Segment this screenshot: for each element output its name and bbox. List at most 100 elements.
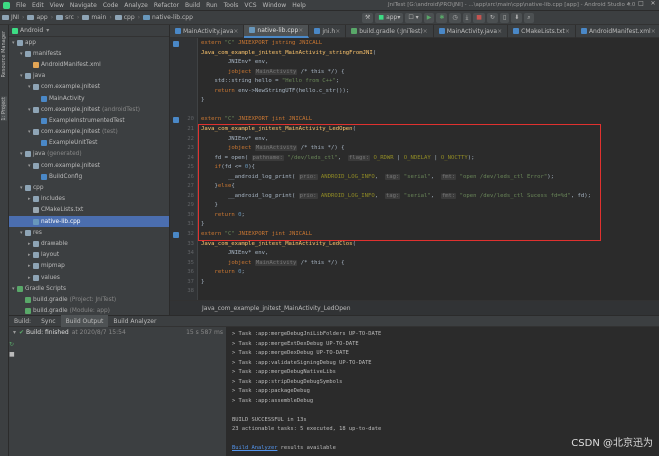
tab-jni-h[interactable]: jni.h ×	[309, 24, 347, 38]
build-tab-sync[interactable]: Sync	[36, 315, 60, 327]
resource-manager-tab[interactable]: Resource Manager	[1, 31, 7, 77]
menu-item-help[interactable]: Help	[289, 2, 309, 9]
tree-item[interactable]: ▾ cpp	[9, 182, 169, 193]
breadcrumb-item[interactable]: native-lib.cpp	[141, 14, 195, 21]
menu-item-run[interactable]: Run	[203, 2, 221, 9]
run-config-select[interactable]: ■ app ▾	[375, 12, 404, 23]
tree-item[interactable]: ExampleUnitTest	[9, 138, 169, 149]
close-tab-icon[interactable]: ×	[423, 28, 428, 35]
tab-mainactivity-java[interactable]: MainActivity.java ×	[170, 24, 245, 38]
attach-icon[interactable]: ⤓	[462, 12, 472, 23]
tree-item[interactable]: AndroidManifest.xml	[9, 59, 169, 70]
menu-item-edit[interactable]: Edit	[29, 2, 47, 9]
project-view-select[interactable]: Android ▾	[9, 25, 169, 37]
menu-item-vcs[interactable]: VCS	[241, 2, 259, 9]
tab-build-gradle-jnitest-[interactable]: build.gradle (:JniTest) ×	[346, 24, 434, 38]
tab-mainactivity-java[interactable]: MainActivity.java ×	[434, 24, 509, 38]
code-line[interactable]: extern "C" JNIEXPORT jstring JNICALL	[201, 40, 322, 46]
menu-item-window[interactable]: Window	[260, 2, 290, 9]
close-tab-icon[interactable]: ×	[651, 28, 656, 35]
tree-item[interactable]: ▾ manifests	[9, 48, 169, 59]
menu-item-refactor[interactable]: Refactor	[151, 2, 182, 9]
tree-item[interactable]: ▾ com.example.jnitest (test)	[9, 127, 169, 138]
output-line: 23 actionable tasks: 5 executed, 18 up-t…	[232, 426, 382, 432]
close-tab-icon[interactable]: ×	[497, 28, 502, 35]
tree-item[interactable]: ▸ values	[9, 272, 169, 283]
code-line[interactable]: jobject MainActivity /* this */) {	[201, 259, 344, 266]
tab-androidmanifest-xml[interactable]: AndroidManifest.xml ×	[576, 25, 659, 38]
close-tab-icon[interactable]: ×	[233, 28, 238, 35]
sdk-manager-icon[interactable]: ⬇	[511, 12, 523, 23]
tree-item[interactable]: ▸ includes	[9, 194, 169, 205]
run-icon[interactable]: ▶	[423, 12, 435, 23]
stop-build-icon[interactable]: ■	[9, 351, 18, 361]
avd-manager-icon[interactable]: ▯	[499, 12, 510, 23]
code-line[interactable]: JNIEnv* env,	[201, 250, 268, 256]
close-icon[interactable]: ✕	[647, 0, 659, 7]
code-line[interactable]: jobject MainActivity /* this */) {	[201, 68, 344, 75]
menu-item-file[interactable]: File	[13, 2, 29, 9]
profile-icon[interactable]: ◷	[449, 12, 461, 23]
breadcrumb-item[interactable]: cpp	[113, 14, 137, 21]
tree-item[interactable]: ▾ com.example.jnitest	[9, 82, 169, 93]
code-line[interactable]: extern "C" JNIEXPORT jint JNICALL	[201, 116, 312, 122]
tree-item[interactable]: ExampleInstrumentedTest	[9, 115, 169, 126]
menu-item-build[interactable]: Build	[182, 2, 203, 9]
hammer-icon[interactable]: ⚒	[362, 12, 374, 23]
code-line[interactable]: return 0;	[201, 269, 244, 275]
tree-item[interactable]: ▸ mipmap	[9, 261, 169, 272]
stop-icon[interactable]: ■	[473, 12, 485, 23]
build-tab-build-output[interactable]: Build Output	[60, 315, 109, 327]
close-tab-icon[interactable]: ×	[335, 28, 340, 35]
code-line[interactable]: JNIEnv* env,	[201, 59, 268, 65]
tree-item[interactable]: CMakeLists.txt	[9, 205, 169, 216]
code-line[interactable]: std::string hello = "Hello from C++";	[201, 78, 339, 84]
tab-cmakelists-txt[interactable]: CMakeLists.txt ×	[508, 24, 576, 38]
tree-item[interactable]: ▸ layout	[9, 250, 169, 261]
tree-item[interactable]: ▾ Gradle Scripts	[9, 283, 169, 294]
build-status-row[interactable]: ▾ ✔ Build: finished at 2020/8/7 15:54 15…	[9, 327, 226, 338]
menu-item-analyze[interactable]: Analyze	[121, 2, 151, 9]
breadcrumb-item[interactable]: JNI	[0, 14, 21, 21]
close-tab-icon[interactable]: ×	[565, 28, 570, 35]
tree-item[interactable]: ▸ drawable	[9, 238, 169, 249]
code-line[interactable]: return env->NewStringUTF(hello.c_str());	[201, 88, 349, 94]
tree-item[interactable]: build.gradle (Project: JniTest)	[9, 294, 169, 305]
code-line[interactable]: Java_com_example_jnitest_MainActivity_Le…	[201, 241, 356, 247]
rebuild-icon[interactable]: ↻	[9, 341, 18, 351]
breadcrumb-item[interactable]: src	[54, 14, 76, 21]
tree-item[interactable]: ▾ com.example.jnitest (androidTest)	[9, 104, 169, 115]
tree-item[interactable]: BuildConfig	[9, 171, 169, 182]
project-tab[interactable]: 1: Project	[1, 97, 7, 121]
sync-icon[interactable]: ↻	[486, 12, 498, 23]
tree-item[interactable]: native-lib.cpp	[9, 216, 169, 228]
tree-item[interactable]: ▾ app	[9, 37, 169, 48]
tree-item[interactable]: ▾ res	[9, 227, 169, 238]
build-analyzer-link[interactable]: Build Analyzer	[232, 445, 277, 451]
breadcrumb-item[interactable]: app	[25, 14, 49, 21]
close-tab-icon[interactable]: ×	[298, 27, 303, 34]
method-marker-icon[interactable]	[173, 117, 179, 124]
menu-item-view[interactable]: View	[47, 2, 67, 9]
method-marker-icon[interactable]	[173, 41, 179, 47]
breadcrumb-item[interactable]: main	[80, 14, 108, 21]
search-icon[interactable]: ⌕	[524, 12, 534, 23]
code-line[interactable]: Java_com_example_jnitest_MainActivity_st…	[201, 50, 376, 56]
menu-item-navigate[interactable]: Navigate	[67, 2, 100, 9]
method-marker-icon[interactable]	[173, 232, 179, 238]
tab-native-lib-cpp[interactable]: native-lib.cpp ×	[244, 24, 310, 38]
build-tab-build-analyzer[interactable]: Build Analyzer	[108, 315, 161, 327]
minimize-icon[interactable]: –	[623, 0, 635, 7]
tree-item[interactable]: ▾ com.example.jnitest	[9, 160, 169, 171]
code-line[interactable]: }	[201, 279, 204, 285]
debug-icon[interactable]: ✱	[436, 12, 448, 23]
code-line[interactable]: }	[201, 97, 204, 103]
maximize-icon[interactable]: □	[635, 0, 647, 7]
tree-item[interactable]: ▾ java	[9, 71, 169, 82]
device-select[interactable]: ☐ ▾	[405, 12, 422, 23]
menu-item-tools[interactable]: Tools	[221, 2, 242, 9]
menu-item-code[interactable]: Code	[100, 2, 121, 9]
function-breadcrumb[interactable]: Java_com_example_jnitest_MainActivity_Le…	[202, 305, 351, 312]
tree-item[interactable]: MainActivity	[9, 93, 169, 104]
tree-item[interactable]: ▾ java (generated)	[9, 149, 169, 160]
